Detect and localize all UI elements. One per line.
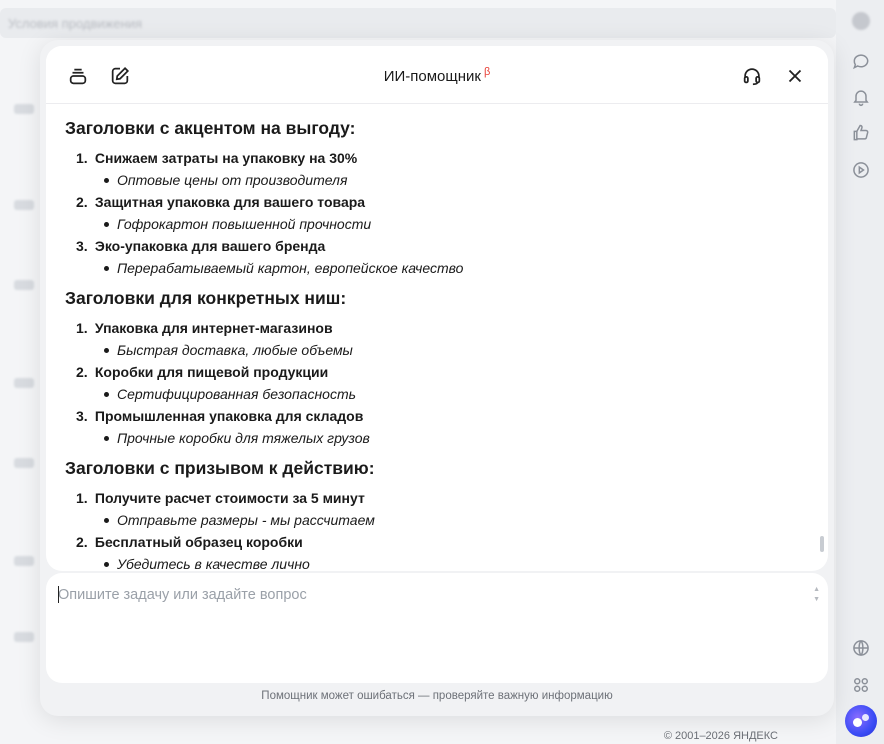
sub-item-text: Быстрая доставка, любые объемы <box>117 342 353 358</box>
assistant-title: ИИ-помощник β <box>46 66 828 85</box>
list-item: 2. Коробки для пищевой продукции <box>76 364 328 380</box>
list-item: 2. Бесплатный образец коробки <box>76 534 303 550</box>
bell-icon[interactable] <box>850 86 872 108</box>
item-title: Защитная упаковка для вашего товара <box>94 194 366 210</box>
sub-item-text: Отправьте размеры - мы рассчитаем <box>117 512 375 528</box>
beta-badge: β <box>483 66 491 78</box>
background-row <box>14 378 34 388</box>
item-title: Коробки для пищевой продукции <box>94 364 329 380</box>
item-title: Снижаем затраты на упаковку на 30% <box>94 150 358 166</box>
section-heading: Заголовки с акцентом на выгоду: <box>65 118 356 138</box>
sub-list-item: Сертифицированная безопасность <box>104 386 356 402</box>
sub-item-text: Прочные коробки для тяжелых грузов <box>117 430 370 446</box>
item-title: Бесплатный образец коробки <box>94 534 303 550</box>
background-search-placeholder: Условия продвижения <box>8 16 143 31</box>
list-item: 1. Получите расчет стоимости за 5 минут <box>76 490 365 506</box>
sub-item-text: Оптовые цены от производителя <box>117 172 348 188</box>
sub-item-text: Перерабатываемый картон, европейское кач… <box>117 260 464 276</box>
item-title: Упаковка для интернет-магазинов <box>94 320 333 336</box>
sub-item-text: Гофрокартон повышенной прочности <box>117 216 372 232</box>
background-row <box>14 632 34 642</box>
item-title: Получите расчет стоимости за 5 минут <box>94 490 365 506</box>
input-scroll-arrows[interactable]: ▲ ▼ <box>813 585 820 605</box>
item-number: 3. <box>76 238 88 254</box>
sub-list-item: Оптовые цены от производителя <box>104 172 347 188</box>
sub-item-text: Убедитесь в качестве лично <box>117 556 310 571</box>
message-input[interactable] <box>58 585 798 605</box>
right-rail <box>836 0 884 744</box>
chat-icon[interactable] <box>850 50 872 72</box>
apps-icon[interactable] <box>850 674 872 696</box>
clipped-text <box>166 104 326 106</box>
assistant-modal: ИИ-помощник β Заголовки с акцентом на выг… <box>40 40 834 716</box>
play-icon[interactable] <box>850 159 872 181</box>
chat-scrollbar[interactable] <box>820 536 824 552</box>
item-title: Эко-упаковка для вашего бренда <box>94 238 326 254</box>
item-number: 2. <box>76 534 88 550</box>
support-headset-icon[interactable] <box>740 64 764 88</box>
assistant-title-text: ИИ-помощник <box>383 68 481 85</box>
sub-list-item: Быстрая доставка, любые объемы <box>104 342 353 358</box>
background-row <box>14 200 34 210</box>
chat-panel: ИИ-помощник β Заголовки с акцентом на выг… <box>46 46 828 571</box>
message-input-panel: ▲▼ <box>46 573 828 683</box>
item-number: 1. <box>76 150 88 166</box>
item-number: 1. <box>76 490 88 506</box>
list-item: 1. Упаковка для интернет-магазинов <box>76 320 333 336</box>
sub-list-item: Гофрокартон повышенной прочности <box>104 216 371 232</box>
footer-copyright: © 2001–2026 ЯНДЕКС <box>663 730 778 742</box>
thumbs-up-icon[interactable] <box>850 122 872 144</box>
background-row <box>14 280 34 290</box>
section-heading: Заголовки с призывом к действию: <box>65 458 375 478</box>
sub-list-item: Прочные коробки для тяжелых грузов <box>104 430 370 446</box>
sub-item-text: Сертифицированная безопасность <box>117 386 356 402</box>
assistant-header: ИИ-помощник β <box>46 46 828 104</box>
item-number: 2. <box>76 194 88 210</box>
globe-icon[interactable] <box>850 637 872 659</box>
list-item: 2. Защитная упаковка для вашего товара <box>76 194 365 210</box>
chat-message-area[interactable]: Заголовки с акцентом на выгоду: 1. Снижа… <box>46 104 828 571</box>
alice-icon[interactable] <box>845 705 877 737</box>
background-row <box>14 556 34 566</box>
sub-list-item: Перерабатываемый картон, европейское кач… <box>104 260 463 276</box>
item-number: 1. <box>76 320 88 336</box>
list-item: 1. Снижаем затраты на упаковку на 30% <box>76 150 357 166</box>
background-search-field: Условия продвижения <box>0 8 836 38</box>
background-row <box>14 104 34 114</box>
list-item: 3. Промышленная упаковка для складов <box>76 408 363 424</box>
item-title: Промышленная упаковка для складов <box>94 408 364 424</box>
disclaimer-text: Помощник может ошибаться — проверяйте ва… <box>261 690 613 702</box>
sub-list-item: Отправьте размеры - мы рассчитаем <box>104 512 375 528</box>
background-row <box>14 458 34 468</box>
profile-icon[interactable] <box>852 12 870 30</box>
item-number: 3. <box>76 408 88 424</box>
section-heading: Заголовки для конкретных ниш: <box>65 288 347 308</box>
item-number: 2. <box>76 364 88 380</box>
text-caret <box>58 586 59 603</box>
close-icon[interactable] <box>783 64 807 88</box>
list-item: 3. Эко-упаковка для вашего бренда <box>76 238 325 254</box>
sub-list-item: Убедитесь в качестве лично <box>104 556 310 571</box>
